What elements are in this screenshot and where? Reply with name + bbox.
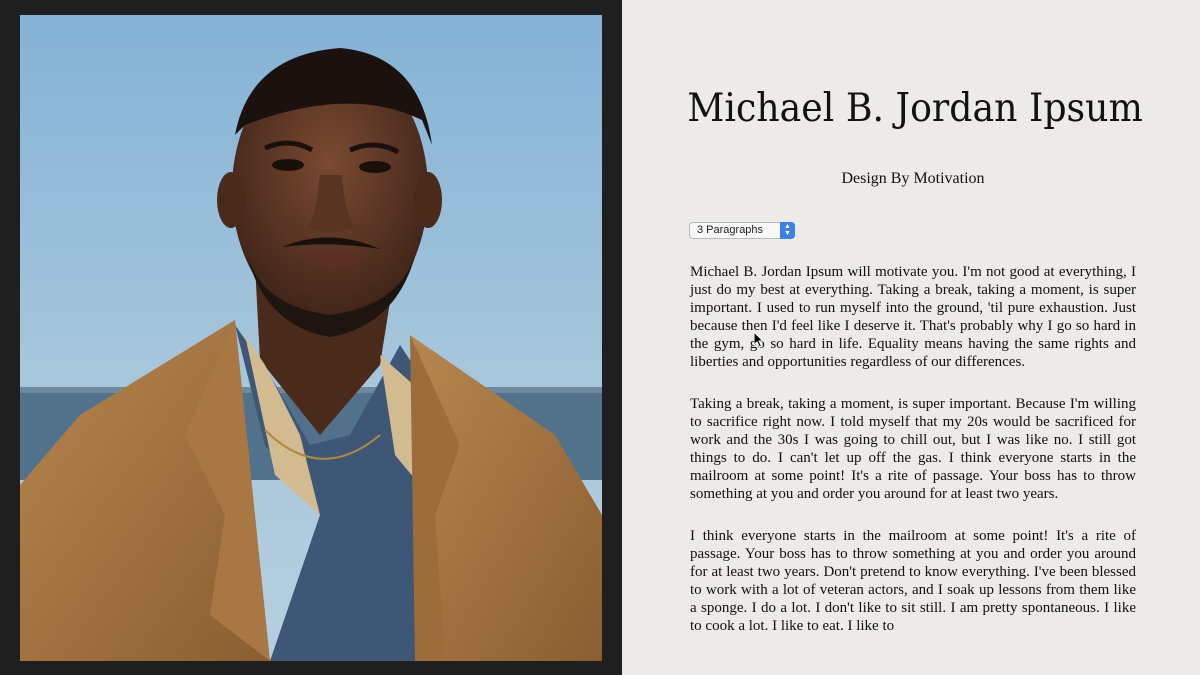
left-pane: [0, 0, 622, 675]
ipsum-paragraph: Taking a break, taking a moment, is supe…: [690, 396, 1136, 502]
page-subtitle: Design By Motivation: [841, 170, 985, 187]
portrait-illustration: [20, 15, 602, 661]
paragraph-count-value: 3 Paragraphs: [697, 224, 764, 236]
page-title: Michael B. Jordan Ipsum: [687, 86, 1143, 131]
ipsum-paragraph: I think everyone starts in the mailroom …: [690, 528, 1136, 634]
select-arrows-icon: ▲ ▼: [780, 222, 795, 239]
mouse-pointer-icon: [754, 332, 764, 348]
ipsum-content: Michael B. Jordan Ipsum will motivate yo…: [690, 263, 1136, 659]
ipsum-paragraph: Michael B. Jordan Ipsum will motivate yo…: [690, 264, 1136, 370]
right-pane: Michael B. Jordan Ipsum Design By Motiva…: [622, 0, 1200, 675]
paragraph-count-select[interactable]: 3 Paragraphs ▲ ▼: [689, 222, 795, 239]
portrait-photo: [20, 15, 602, 661]
